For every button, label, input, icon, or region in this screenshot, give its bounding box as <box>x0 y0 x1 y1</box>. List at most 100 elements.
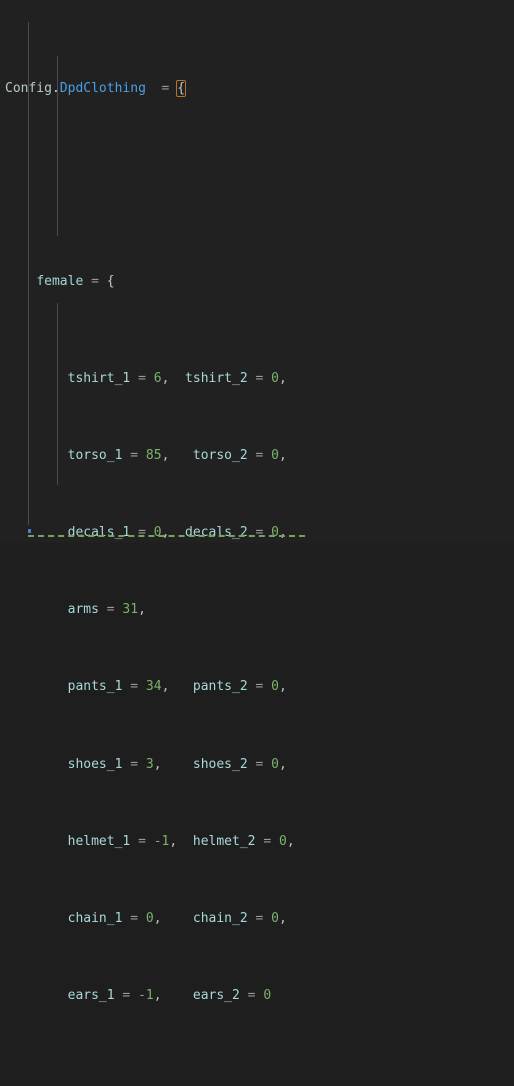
prop-name-right: torso_2 <box>192 447 248 463</box>
prop-comma-right: , <box>278 756 287 772</box>
row-gap <box>169 448 192 463</box>
prop-value-right: 0 <box>271 447 279 463</box>
token-root-open-brace: { <box>176 80 187 98</box>
row-indent <box>5 448 68 463</box>
prop-op-right: = <box>247 679 272 695</box>
prop-op-right: = <box>239 988 264 1004</box>
prop-value-right: 0 <box>278 833 287 849</box>
token-root-object: Config <box>5 81 52 97</box>
token-female-close-brace: } <box>36 1085 44 1086</box>
row-gap <box>169 371 185 386</box>
prop-op-right: = <box>247 447 272 463</box>
code-line-root-open[interactable]: Config.DpdClothing = { <box>0 79 514 98</box>
code-line-female-open[interactable]: female = { <box>0 272 514 291</box>
prop-comma-left: , <box>153 910 162 926</box>
prop-name-left: tshirt_1 <box>67 370 131 386</box>
prop-op-right: = <box>247 370 272 386</box>
row-indent <box>5 834 68 849</box>
table-row[interactable]: torso_1 = 85, torso_2 = 0, <box>0 446 514 465</box>
row-gap <box>162 911 193 926</box>
prop-name-right: helmet_2 <box>192 833 256 849</box>
prop-op-right: = <box>247 525 272 541</box>
token-root-class: DpdClothing <box>59 81 146 97</box>
prop-comma-left: , <box>169 833 178 849</box>
token-female-assign: = <box>83 274 107 290</box>
prop-comma-right: , <box>286 833 295 849</box>
prop-name-right: shoes_2 <box>192 756 248 772</box>
code-content[interactable]: Config.DpdClothing = { female = { tshirt… <box>0 2 514 1086</box>
row-indent <box>5 757 68 772</box>
prop-name-left: torso_1 <box>67 447 123 463</box>
prop-value-left: 0 <box>145 910 154 926</box>
row-indent <box>5 525 68 540</box>
prop-comma-right: , <box>278 447 287 463</box>
prop-op-left: = <box>122 756 146 772</box>
row-indent <box>5 602 68 617</box>
code-editor[interactable]: Config.DpdClothing = { female = { tshirt… <box>0 0 514 1086</box>
table-row[interactable]: decals_1 = 0, decals_2 = 0, <box>0 523 514 542</box>
prop-op-left: = <box>114 988 139 1004</box>
token-root-assign: = <box>145 81 178 97</box>
prop-name-left: decals_1 <box>67 525 131 541</box>
prop-op-left: = <box>122 910 146 926</box>
token-group-name-female: female <box>36 274 84 290</box>
prop-op-left: = <box>130 370 154 386</box>
row-gap <box>162 757 193 772</box>
table-row[interactable]: ears_1 = -1, ears_2 = 0 <box>0 986 514 1005</box>
prop-op-left: = <box>130 833 154 849</box>
prop-comma-left: , <box>138 602 146 618</box>
token-root-dot: . <box>51 81 60 97</box>
prop-value-right: 0 <box>271 910 279 926</box>
prop-name-right: pants_2 <box>192 679 248 695</box>
prop-value-left: 31 <box>122 602 139 618</box>
token-female-open-brace: { <box>106 274 115 290</box>
row-indent <box>5 371 68 386</box>
prop-name-right: ears_2 <box>192 988 240 1004</box>
row-gap <box>169 679 192 694</box>
prop-value-right: 0 <box>271 756 279 772</box>
prop-value-left: -1 <box>138 988 154 1004</box>
row-gap <box>177 834 193 849</box>
prop-value-left: -1 <box>153 833 170 849</box>
table-row[interactable]: shoes_1 = 3, shoes_2 = 0, <box>0 755 514 774</box>
row-gap <box>162 988 193 1003</box>
token-female-close-comma: , <box>44 1085 52 1086</box>
code-line-female-close[interactable]: }, <box>0 1083 514 1086</box>
prop-comma-right: , <box>278 910 287 926</box>
prop-op-right: = <box>247 756 272 772</box>
row-indent <box>5 988 68 1003</box>
prop-value-right: 0 <box>263 988 272 1004</box>
prop-comma-left: , <box>161 679 170 695</box>
row-indent <box>5 911 68 926</box>
prop-value-right: 0 <box>271 525 279 541</box>
prop-name-left: pants_1 <box>67 679 123 695</box>
prop-comma-right: , <box>278 370 287 386</box>
table-row[interactable]: chain_1 = 0, chain_2 = 0, <box>0 909 514 928</box>
prop-name-right: tshirt_2 <box>185 370 248 386</box>
code-line-blank-1 <box>0 176 514 195</box>
prop-op-left: = <box>130 525 154 541</box>
prop-value-left: 0 <box>153 525 162 541</box>
prop-name-left: arms <box>67 602 99 618</box>
prop-op-left: = <box>122 447 146 463</box>
prop-value-right: 0 <box>271 679 279 695</box>
prop-value-right: 0 <box>271 370 279 386</box>
selection-marker-line <box>28 535 305 537</box>
prop-name-left: chain_1 <box>67 910 123 926</box>
prop-op-right: = <box>255 833 279 849</box>
prop-op-right: = <box>247 910 272 926</box>
prop-name-right: chain_2 <box>192 910 248 926</box>
table-row[interactable]: pants_1 = 34, pants_2 = 0, <box>0 677 514 696</box>
prop-value-left: 6 <box>153 370 162 386</box>
row-gap <box>169 525 185 540</box>
prop-comma-left: , <box>153 988 162 1004</box>
table-row[interactable]: arms = 31, <box>0 600 514 619</box>
table-row[interactable]: helmet_1 = -1, helmet_2 = 0, <box>0 832 514 851</box>
prop-value-left: 3 <box>145 756 154 772</box>
table-row[interactable]: tshirt_1 = 6, tshirt_2 = 0, <box>0 369 514 388</box>
text-caret <box>28 529 31 533</box>
prop-comma-left: , <box>153 756 162 772</box>
prop-op-left: = <box>122 679 146 695</box>
